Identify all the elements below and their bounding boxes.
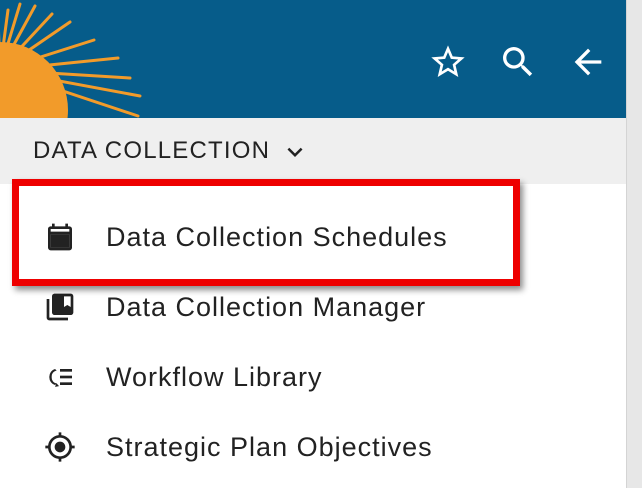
chevron-down-icon	[280, 137, 310, 167]
menu-item-data-collection-manager[interactable]: Data Collection Manager	[0, 272, 626, 342]
menu-item-data-collection-schedules[interactable]: Data Collection Schedules	[0, 202, 626, 272]
favorite-button[interactable]	[422, 40, 474, 84]
search-button[interactable]	[492, 40, 544, 84]
menu-item-label: Data Collection Manager	[106, 291, 427, 322]
app-header	[0, 0, 626, 118]
menu-item-label: Strategic Plan Objectives	[106, 431, 433, 462]
back-arrow-icon	[574, 48, 602, 76]
back-button[interactable]	[562, 40, 614, 84]
star-icon	[431, 45, 465, 77]
sun-logo	[0, 2, 142, 118]
calendar-icon	[44, 221, 76, 253]
menu-item-label: Workflow Library	[106, 361, 323, 392]
section-toggle-data-collection[interactable]: DATA COLLECTION	[0, 118, 626, 184]
workflow-list-icon	[44, 361, 76, 393]
menu-item-label: Data Collection Schedules	[106, 221, 448, 252]
section-title: DATA COLLECTION	[33, 137, 271, 164]
menu-list: Data Collection Schedules Data Collectio…	[0, 202, 626, 482]
menu-item-workflow-library[interactable]: Workflow Library	[0, 342, 626, 412]
collections-bookmark-icon	[44, 291, 76, 323]
background-panel	[626, 0, 642, 488]
target-icon	[44, 431, 76, 463]
search-icon	[503, 47, 533, 77]
navigation-drawer: DATA COLLECTION Data Collection Schedule…	[0, 0, 626, 488]
header-actions	[422, 40, 614, 84]
menu-item-strategic-plan-objectives[interactable]: Strategic Plan Objectives	[0, 412, 626, 482]
